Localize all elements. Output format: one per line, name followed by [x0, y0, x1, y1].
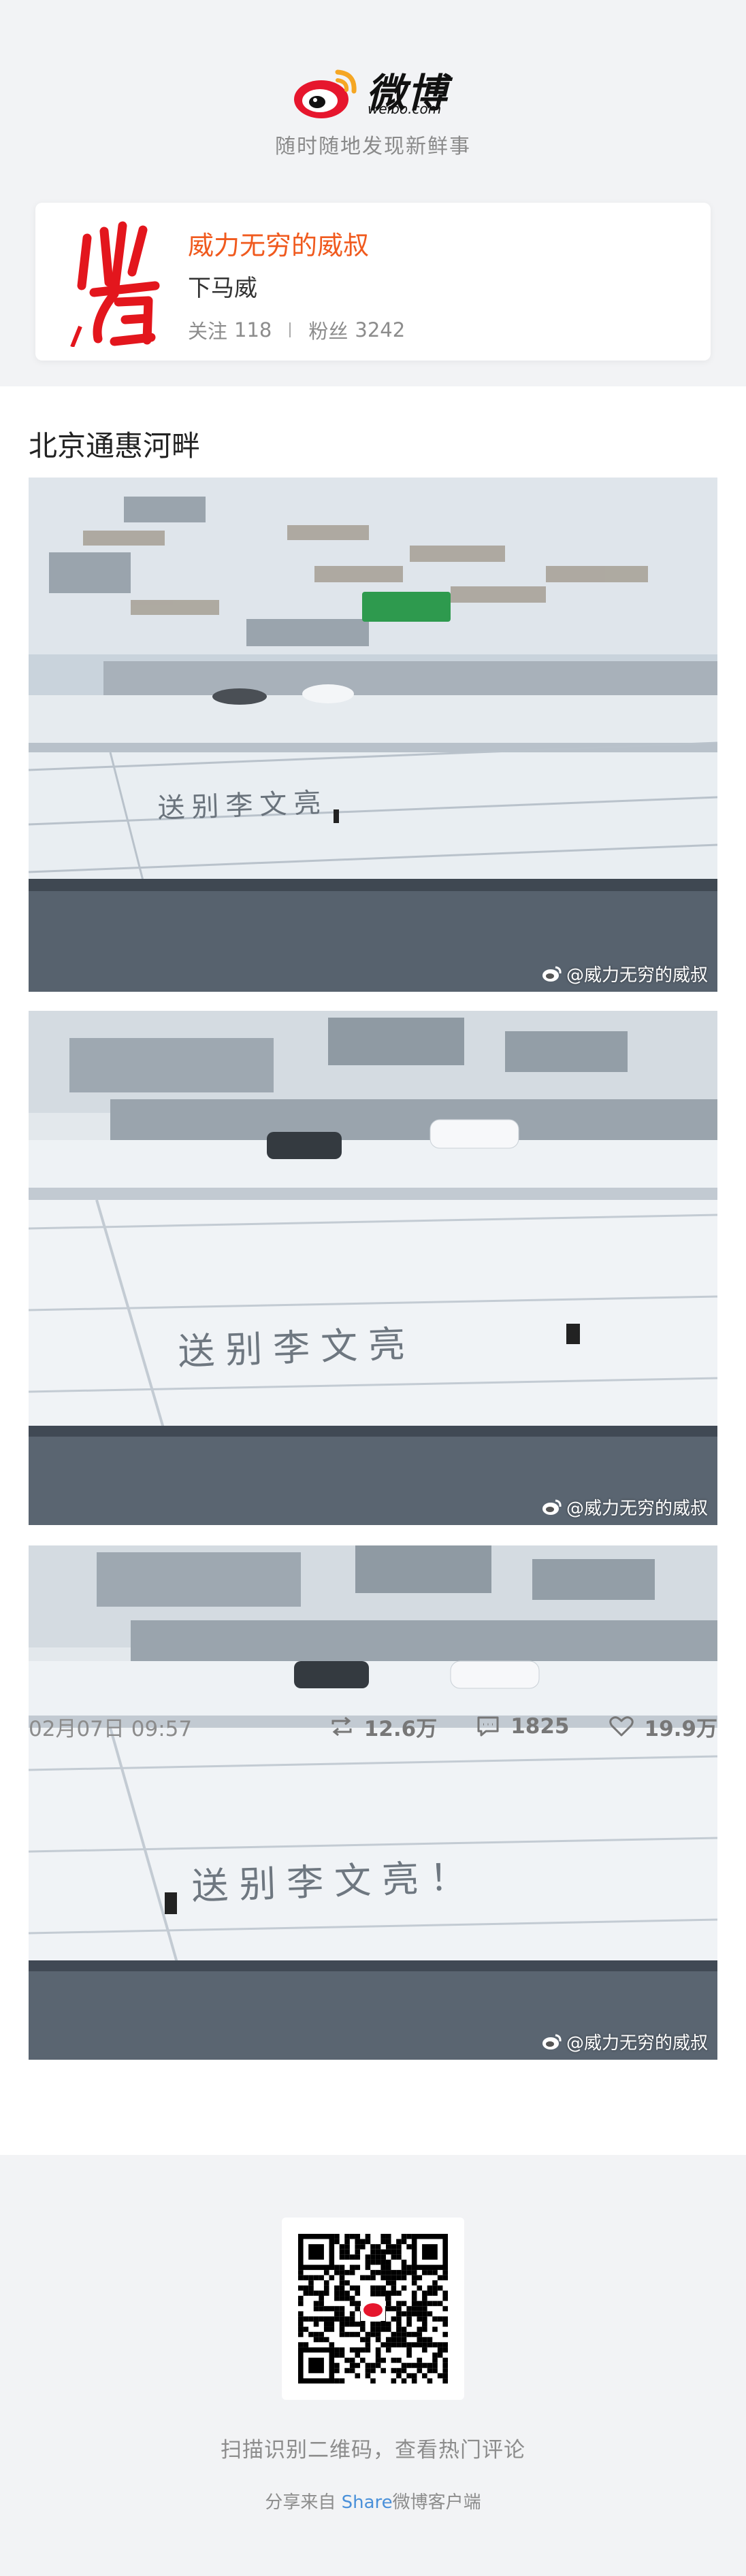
stats-divider	[289, 322, 291, 337]
repost-button[interactable]: 12.6万	[330, 1711, 438, 1742]
share-prefix: 分享来自	[265, 2492, 342, 2513]
comment-icon	[477, 1716, 499, 1737]
snow-scene-1: 送别李文亮	[29, 478, 717, 992]
brand-domain: weibo.com	[368, 101, 442, 117]
scan-hint: 扫描识别二维码，查看热门评论	[221, 2438, 525, 2462]
weibo-logo[interactable]: 微博 weibo.com	[293, 60, 456, 121]
post-text: 北京通惠河畔	[29, 429, 201, 463]
following-count: 118	[234, 318, 272, 341]
share-link[interactable]: Share	[342, 2492, 393, 2513]
post-image-1[interactable]: 送别李文亮 @威力无穷的威叔	[29, 478, 717, 992]
snow-scene-3: 送别李文亮！	[29, 1545, 717, 2060]
page-header: 微博 weibo.com 随时随地发现新鲜事	[0, 0, 746, 204]
heart-icon	[609, 1716, 634, 1737]
snow-text-2: 送别李文亮	[177, 1322, 417, 1373]
image-watermark-3: @威力无穷的威叔	[542, 2029, 708, 2054]
post-actions: 12.6万 1825 19.9万	[291, 1711, 717, 1742]
user-stats: 关注 118 粉丝 3242	[188, 316, 405, 344]
qr-code-image	[298, 2234, 448, 2383]
weibo-watermark-icon	[542, 1499, 562, 1515]
snow-text-1: 送别李文亮	[157, 787, 328, 824]
like-button[interactable]: 19.9万	[609, 1711, 718, 1742]
post-date: 02月07日 09:57	[29, 1716, 193, 1741]
watermark-text-2: @威力无穷的威叔	[566, 1499, 708, 1519]
comment-button[interactable]: 1825	[476, 1714, 570, 1739]
watermark-text-3: @威力无穷的威叔	[566, 2033, 708, 2054]
post-meta-bar: 02月07日 09:57 12.6万 1825 19.9万	[29, 1706, 717, 1747]
post-card: 北京通惠河畔 送别李文亮 @威力无穷的威叔 送别李文亮 @威力无穷的威叔 送别李…	[0, 386, 746, 2155]
share-source: 分享来自 Share微博客户端	[0, 2488, 746, 2513]
watermark-text-1: @威力无穷的威叔	[566, 965, 708, 986]
repost-count: 12.6万	[363, 1716, 438, 1741]
username[interactable]: 威力无穷的威叔	[188, 224, 369, 262]
slogan: 随时随地发现新鲜事	[275, 135, 471, 158]
profile-card[interactable]: 威力无穷的威叔 下马威 关注 118 粉丝 3242	[35, 203, 711, 361]
share-suffix: 微博客户端	[392, 2492, 481, 2513]
image-watermark-2: @威力无穷的威叔	[542, 1494, 708, 1520]
weibo-eye-icon	[294, 69, 357, 118]
like-count: 19.9万	[644, 1716, 718, 1741]
weibo-watermark-icon	[542, 2034, 562, 2050]
repost-icon	[331, 1716, 352, 1737]
followers-count: 3242	[355, 318, 406, 341]
qr-code[interactable]	[282, 2218, 464, 2400]
followers-label: 粉丝	[308, 320, 348, 343]
weibo-watermark-icon	[542, 966, 562, 982]
post-image-3[interactable]: 送别李文亮！ @威力无穷的威叔	[29, 1545, 717, 2060]
post-image-2[interactable]: 送别李文亮 @威力无穷的威叔	[29, 1011, 717, 1525]
avatar[interactable]	[67, 218, 169, 347]
snow-scene-2: 送别李文亮	[29, 1011, 717, 1525]
comment-count: 1825	[510, 1714, 570, 1739]
user-bio: 下马威	[188, 275, 257, 302]
following-label: 关注	[188, 320, 228, 343]
image-watermark-1: @威力无穷的威叔	[542, 961, 708, 986]
